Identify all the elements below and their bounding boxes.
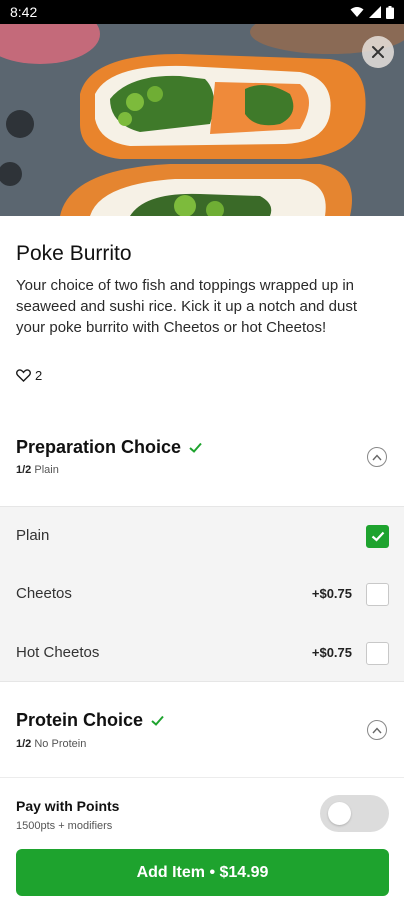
- option-label: Hot Cheetos: [16, 644, 100, 661]
- toggle-knob: [328, 802, 351, 825]
- option-row-plain[interactable]: Plain: [0, 507, 404, 565]
- pay-with-points-toggle[interactable]: [320, 795, 389, 832]
- status-bar: 8:42: [0, 0, 404, 24]
- pay-with-points-label: Pay with Points: [16, 798, 120, 814]
- group-count: 1/2: [16, 738, 32, 750]
- wifi-icon: [350, 7, 364, 17]
- option-row-hot-cheetos[interactable]: Hot Cheetos +$0.75: [0, 624, 404, 682]
- poke-burrito-photo: [0, 24, 404, 216]
- group-subtitle-protein: 1/2 No Protein: [16, 738, 86, 750]
- status-icons: [350, 5, 394, 19]
- close-icon: [372, 46, 384, 58]
- group-selected: No Protein: [34, 738, 87, 750]
- collapse-button[interactable]: [367, 447, 387, 467]
- heart-icon: [16, 369, 31, 382]
- battery-icon: [386, 5, 394, 19]
- group-count: 1/2: [16, 464, 32, 476]
- item-title: Poke Burrito: [16, 242, 132, 265]
- group-title-protein: Protein Choice: [16, 710, 164, 731]
- group-title-text: Preparation Choice: [16, 437, 182, 457]
- add-item-button[interactable]: Add Item • $14.99: [16, 849, 389, 896]
- group-title-text: Protein Choice: [16, 710, 144, 730]
- option-checkbox[interactable]: [366, 525, 389, 548]
- checkmark-icon: [151, 715, 164, 726]
- checkout-bar: Pay with Points 1500pts + modifiers Add …: [0, 777, 404, 900]
- item-description: Your choice of two fish and toppings wra…: [16, 277, 358, 336]
- group-selected: Plain: [34, 464, 59, 476]
- option-price: +$0.75: [311, 645, 352, 660]
- status-time: 8:42: [10, 4, 38, 20]
- option-label: Plain: [16, 527, 50, 544]
- likes-count: 2: [35, 368, 43, 383]
- close-button[interactable]: [362, 36, 394, 68]
- pay-with-points-subtitle: 1500pts + modifiers: [16, 820, 113, 832]
- option-price: +$0.75: [311, 586, 352, 601]
- group-header-preparation[interactable]: Preparation Choice 1/2 Plain: [0, 425, 404, 505]
- likes[interactable]: 2: [16, 368, 42, 383]
- collapse-button[interactable]: [367, 720, 387, 740]
- preparation-options: Plain Cheetos +$0.75 Hot Cheetos +$0.75: [0, 506, 404, 682]
- check-icon: [371, 531, 384, 542]
- chevron-up-icon: [372, 453, 382, 460]
- option-label: Cheetos: [16, 585, 72, 602]
- option-checkbox[interactable]: [366, 583, 389, 606]
- checkmark-icon: [189, 442, 202, 453]
- group-title-preparation: Preparation Choice: [16, 437, 202, 458]
- option-checkbox[interactable]: [366, 642, 389, 665]
- signal-icon: [369, 6, 381, 18]
- group-subtitle-preparation: 1/2 Plain: [16, 464, 59, 476]
- chevron-up-icon: [372, 726, 382, 733]
- item-photo: [0, 24, 404, 216]
- group-header-protein[interactable]: Protein Choice 1/2 No Protein: [0, 697, 404, 777]
- option-row-cheetos[interactable]: Cheetos +$0.75: [0, 565, 404, 623]
